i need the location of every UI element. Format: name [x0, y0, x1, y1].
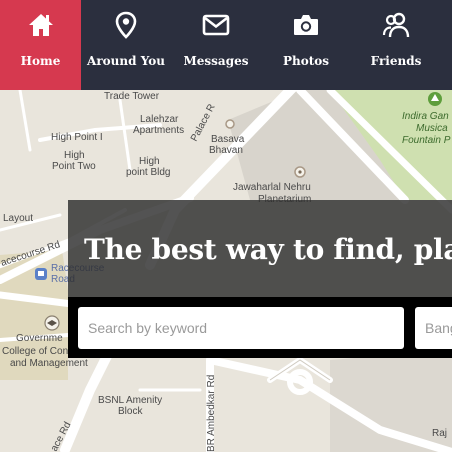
map-label-point-bldg: point Bldg [126, 167, 170, 178]
map-label-basava: Basava [211, 134, 245, 145]
nav-item-photos[interactable]: Photos [261, 0, 351, 90]
camera-icon [291, 11, 321, 39]
home-icon [26, 11, 56, 39]
poi-marker-planetarium-dot [298, 170, 302, 174]
nav-label-photos: Photos [282, 54, 330, 68]
map-label-jawaharlal: Jawaharlal Nehru [233, 182, 311, 193]
map-label-musica: Musica [416, 123, 448, 134]
map-label-high-2: High [139, 156, 160, 167]
hero-panel: The best way to find, place [68, 200, 452, 358]
nav-item-messages[interactable]: Messages [171, 0, 261, 90]
friends-icon [381, 11, 411, 39]
nav-label-around-you: Around You [87, 54, 165, 68]
map-label-high: High [64, 150, 85, 161]
map-label-point-two: Point Two [52, 161, 96, 172]
hero-title: The best way to find, place [84, 233, 452, 266]
envelope-icon [201, 11, 231, 39]
bus-stop-glyph [38, 271, 44, 276]
map-label-block: Block [118, 406, 143, 417]
map-label-high-point-i: High Point I [51, 132, 103, 143]
map-label-raj: Raj [432, 428, 447, 439]
map-label-layout: Layout [3, 213, 33, 224]
map-label-government: Governme [16, 333, 63, 344]
location-pin-icon [111, 11, 141, 39]
map-label-br-ambedkar: BR Ambedkar Rd [206, 375, 217, 452]
nav-label-friends: Friends [370, 54, 422, 68]
map-label-bhavan: Bhavan [209, 145, 243, 156]
map-label-college: College of Con [2, 346, 68, 357]
map-label-fountain: Fountain P [402, 135, 451, 146]
top-navigation: Home Around You Messages Photos Friends [0, 0, 452, 90]
search-location-input[interactable] [415, 307, 452, 349]
nav-item-home[interactable]: Home [0, 0, 81, 90]
nav-item-around-you[interactable]: Around You [81, 0, 171, 90]
map-label-lalehzar: Lalehzar [140, 114, 179, 125]
nav-label-messages: Messages [183, 54, 249, 68]
map-label-indira: Indira Gan [402, 111, 449, 122]
map-label-management: and Management [10, 358, 88, 369]
poi-marker-basava [225, 119, 235, 129]
map-label-trade-tower: Trade Tower [104, 91, 160, 102]
nav-label-home: Home [20, 54, 61, 68]
nav-item-friends[interactable]: Friends [351, 0, 441, 90]
map-label-bsnl: BSNL Amenity [98, 395, 162, 406]
map-label-apartments: Apartments [133, 125, 184, 136]
search-bar [68, 297, 452, 358]
search-keyword-input[interactable] [78, 307, 404, 349]
